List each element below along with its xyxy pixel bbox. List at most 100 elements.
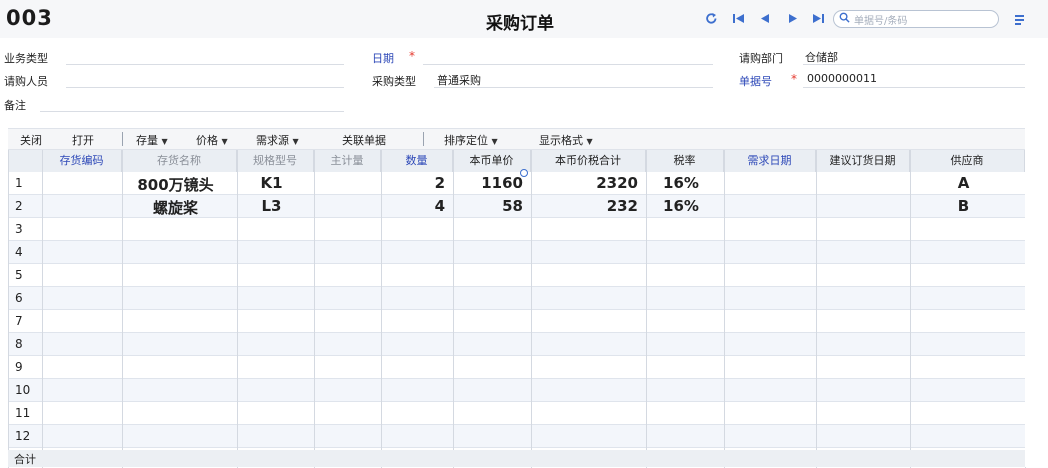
table-row[interactable]	[8, 379, 1025, 402]
cell-unit-price[interactable]: 1160	[453, 174, 523, 192]
open-button[interactable]: 打开	[72, 132, 94, 148]
purchase-type-label: 采购类型	[372, 75, 416, 88]
first-page-icon[interactable]	[733, 13, 745, 24]
row-number: 11	[15, 406, 31, 420]
page-title: 采购订单	[486, 14, 554, 34]
chevron-down-icon: ▼	[161, 137, 168, 146]
grid-line	[910, 150, 911, 468]
doc-code: 003	[6, 6, 53, 30]
col-main-unit[interactable]: 主计量	[314, 150, 381, 172]
row-number: 12	[15, 429, 31, 443]
col-supplier[interactable]: 供应商	[910, 150, 1025, 172]
table-row[interactable]	[8, 218, 1025, 241]
requester-label: 请购人员	[4, 75, 48, 88]
cell-total-incl-tax[interactable]: 2320	[531, 174, 638, 192]
table-row[interactable]	[8, 425, 1025, 448]
cell-unit-price[interactable]: 58	[453, 197, 523, 215]
cell-qty[interactable]: 4	[381, 197, 445, 215]
more-icon[interactable]	[1014, 13, 1026, 25]
link-doc-button[interactable]: 关联单据	[342, 132, 386, 148]
chevron-down-icon: ▼	[292, 137, 299, 146]
business-type-label: 业务类型	[4, 52, 48, 65]
sort-locate-label: 排序定位	[444, 134, 488, 147]
row-number: 2	[15, 199, 23, 213]
grid-line	[8, 150, 9, 468]
col-qty[interactable]: 数量	[381, 150, 453, 172]
cell-tax-rate[interactable]: 16%	[646, 174, 716, 192]
dept-value[interactable]: 仓储部	[805, 49, 838, 65]
next-page-icon[interactable]	[788, 13, 798, 24]
col-need-date[interactable]: 需求日期	[724, 150, 816, 172]
date-field[interactable]	[423, 64, 713, 65]
display-format-label: 显示格式	[539, 134, 583, 147]
remark-field[interactable]	[40, 111, 344, 112]
table-row[interactable]	[8, 264, 1025, 287]
purchase-type-field	[434, 87, 713, 88]
row-number: 8	[15, 337, 23, 351]
cell-tax-rate[interactable]: 16%	[646, 197, 716, 215]
grid-line	[453, 150, 454, 468]
cell-spec[interactable]: K1	[237, 174, 306, 192]
col-suggest-date[interactable]: 建议订货日期	[816, 150, 910, 172]
dept-label: 请购部门	[739, 52, 783, 65]
table-row[interactable]	[8, 287, 1025, 310]
row-number: 3	[15, 222, 23, 236]
prev-page-icon[interactable]	[760, 13, 770, 24]
row-number: 5	[15, 268, 23, 282]
doc-no-value[interactable]: 0000000011	[807, 72, 877, 85]
grid-line	[237, 150, 238, 468]
toolbar-divider	[423, 132, 424, 146]
remark-label: 备注	[4, 99, 26, 112]
col-total-incl-tax[interactable]: 本币价税合计	[531, 150, 646, 172]
toolbar: 关闭 打开 存量 ▼ 价格 ▼ 需求源 ▼ 关联单据 排序定位 ▼ 显示格式 ▼	[8, 128, 1025, 150]
row-number: 9	[15, 360, 23, 374]
demand-source-menu[interactable]: 需求源 ▼	[256, 132, 299, 148]
chevron-down-icon: ▼	[491, 137, 498, 146]
table-row[interactable]	[8, 333, 1025, 356]
cell-supplier[interactable]: A	[910, 174, 1017, 192]
dept-field	[803, 64, 1025, 65]
purchase-type-value[interactable]: 普通采购	[437, 72, 481, 88]
table-row[interactable]	[8, 402, 1025, 425]
refresh-icon[interactable]	[705, 12, 718, 25]
table-row[interactable]	[8, 310, 1025, 333]
cell-supplier[interactable]: B	[910, 197, 1017, 215]
col-item-code[interactable]: 存货编码	[42, 150, 122, 172]
column-resize-handle[interactable]	[520, 169, 528, 177]
search-placeholder: 单据号/条码	[854, 16, 908, 27]
grid-line	[724, 150, 725, 468]
table-row[interactable]	[8, 356, 1025, 379]
cell-item-name[interactable]: 800万镜头	[122, 174, 229, 195]
business-type-field[interactable]	[66, 64, 344, 65]
stock-label: 存量	[136, 134, 158, 147]
row-number: 1	[15, 176, 23, 190]
cell-total-incl-tax[interactable]: 232	[531, 197, 638, 215]
last-page-icon[interactable]	[812, 13, 824, 24]
display-format-menu[interactable]: 显示格式 ▼	[539, 132, 593, 148]
grid-line	[531, 150, 532, 468]
search-box[interactable]: 单据号/条码	[833, 10, 999, 28]
cell-item-name[interactable]: 螺旋桨	[122, 197, 229, 218]
row-number: 7	[15, 314, 23, 328]
cell-qty[interactable]: 2	[381, 174, 445, 192]
doc-no-field	[803, 87, 1025, 88]
grid-line	[42, 150, 43, 468]
grid-line	[381, 150, 382, 468]
price-menu[interactable]: 价格 ▼	[196, 132, 228, 148]
requester-field[interactable]	[66, 87, 344, 88]
col-spec[interactable]: 规格型号	[237, 150, 314, 172]
grid-line	[646, 150, 647, 468]
doc-no-label: 单据号	[739, 75, 772, 88]
grid-line	[122, 150, 123, 468]
col-item-name[interactable]: 存货名称	[122, 150, 237, 172]
close-button[interactable]: 关闭	[20, 132, 42, 148]
col-unit-price[interactable]: 本币单价	[453, 150, 531, 172]
price-label: 价格	[196, 134, 218, 147]
doc-no-required-mark: *	[791, 72, 797, 86]
cell-spec[interactable]: L3	[237, 197, 306, 215]
sort-locate-menu[interactable]: 排序定位 ▼	[444, 132, 498, 148]
stock-menu[interactable]: 存量 ▼	[136, 132, 168, 148]
table-row[interactable]	[8, 241, 1025, 264]
toolbar-divider	[122, 132, 123, 146]
col-tax-rate[interactable]: 税率	[646, 150, 724, 172]
